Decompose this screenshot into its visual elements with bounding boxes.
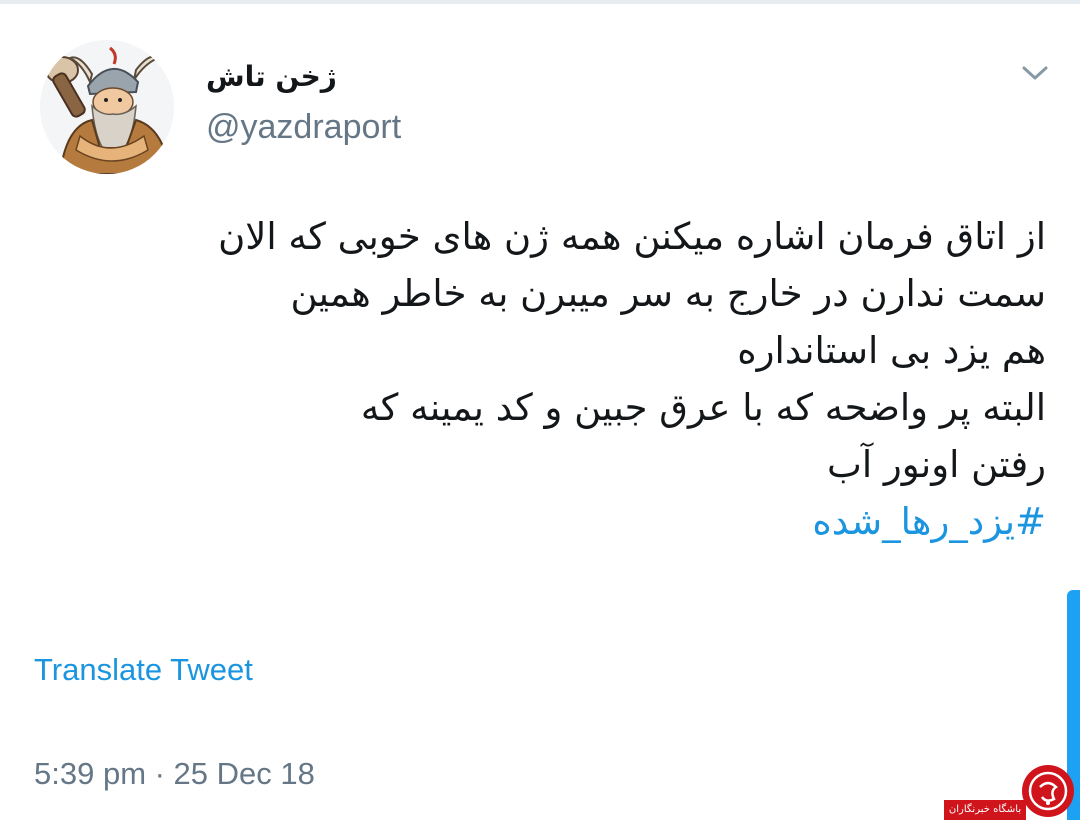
watermark-logo — [1022, 765, 1074, 817]
top-divider — [0, 0, 1080, 4]
tweet-text-line: هم یزد بی استانداره — [737, 329, 1046, 372]
translate-tweet-link[interactable]: Translate Tweet — [34, 652, 253, 688]
tweet-text-line: از اتاق فرمان اشاره میکنن همه ژن های خوب… — [218, 215, 1046, 258]
avatar[interactable] — [40, 40, 174, 174]
tweet-text-line: البته پر واضحه که با عرق جبین و کد یمینه… — [360, 386, 1046, 429]
watermark-label: باشگاه خبرنگاران — [944, 800, 1026, 820]
tweet-text-line: رفتن اونور آب — [827, 443, 1046, 486]
chevron-down-icon — [1022, 66, 1048, 80]
tweet-text: از اتاق فرمان اشاره میکنن همه ژن های خوب… — [116, 208, 1046, 550]
news-agency-logo-icon — [1028, 771, 1068, 811]
more-options-button[interactable] — [1016, 58, 1054, 88]
hashtag-link[interactable]: #یزد_رها_شده — [116, 493, 1046, 550]
author-handle[interactable]: @yazdraport — [206, 108, 401, 147]
tweet-timestamp[interactable]: 5:39 pm · 25 Dec 18 — [34, 756, 315, 792]
viking-avatar-illustration — [40, 40, 174, 174]
author-display-name[interactable]: ژخن تاش — [206, 60, 337, 93]
tweet-text-line: سمت ندارن در خارج به سر میبرن به خاطر هم… — [290, 272, 1046, 315]
